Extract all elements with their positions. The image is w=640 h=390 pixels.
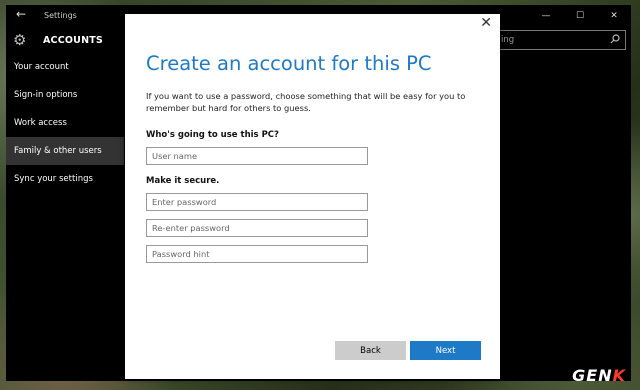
secure-label: Make it secure. [146,176,220,186]
maximize-button[interactable]: ☐ [563,5,597,27]
close-window-button[interactable]: ✕ [597,5,631,27]
who-label: Who's going to use this PC? [146,130,279,140]
next-button[interactable]: Next [410,341,481,360]
dialog-description: If you want to use a password, choose so… [146,91,466,113]
sidebar: Your account Sign-in options Work access… [6,53,124,193]
gear-icon: ⚙ [13,31,27,49]
username-field[interactable] [146,147,368,165]
close-icon[interactable]: ✕ [480,15,492,31]
sidebar-item-your-account[interactable]: Your account [6,53,124,81]
section-title: ACCOUNTS [43,35,103,46]
sidebar-item-sign-in-options[interactable]: Sign-in options [6,81,124,109]
window-controls: — ☐ ✕ [529,5,631,27]
watermark-prefix: GEN [572,366,613,385]
section-header: ⚙ ACCOUNTS [6,29,126,55]
sidebar-item-sync-settings[interactable]: Sync your settings [6,165,124,193]
password-field[interactable] [146,193,368,211]
settings-search-input[interactable]: ing [496,30,626,50]
watermark-accent: K [612,366,626,385]
search-icon[interactable] [610,34,620,44]
back-arrow-icon[interactable]: ← [16,7,26,21]
dialog-title: Create an account for this PC [146,52,432,75]
password-hint-field[interactable] [146,245,368,263]
watermark-logo: GENK [572,366,626,385]
sidebar-item-work-access[interactable]: Work access [6,109,124,137]
reenter-password-field[interactable] [146,219,368,237]
create-account-dialog: ✕ Create an account for this PC If you w… [125,14,500,379]
window-title: Settings [44,11,77,20]
minimize-button[interactable]: — [529,5,563,27]
back-button[interactable]: Back [335,341,406,360]
sidebar-item-family-other-users[interactable]: Family & other users [6,137,124,165]
search-text: ing [501,35,515,45]
